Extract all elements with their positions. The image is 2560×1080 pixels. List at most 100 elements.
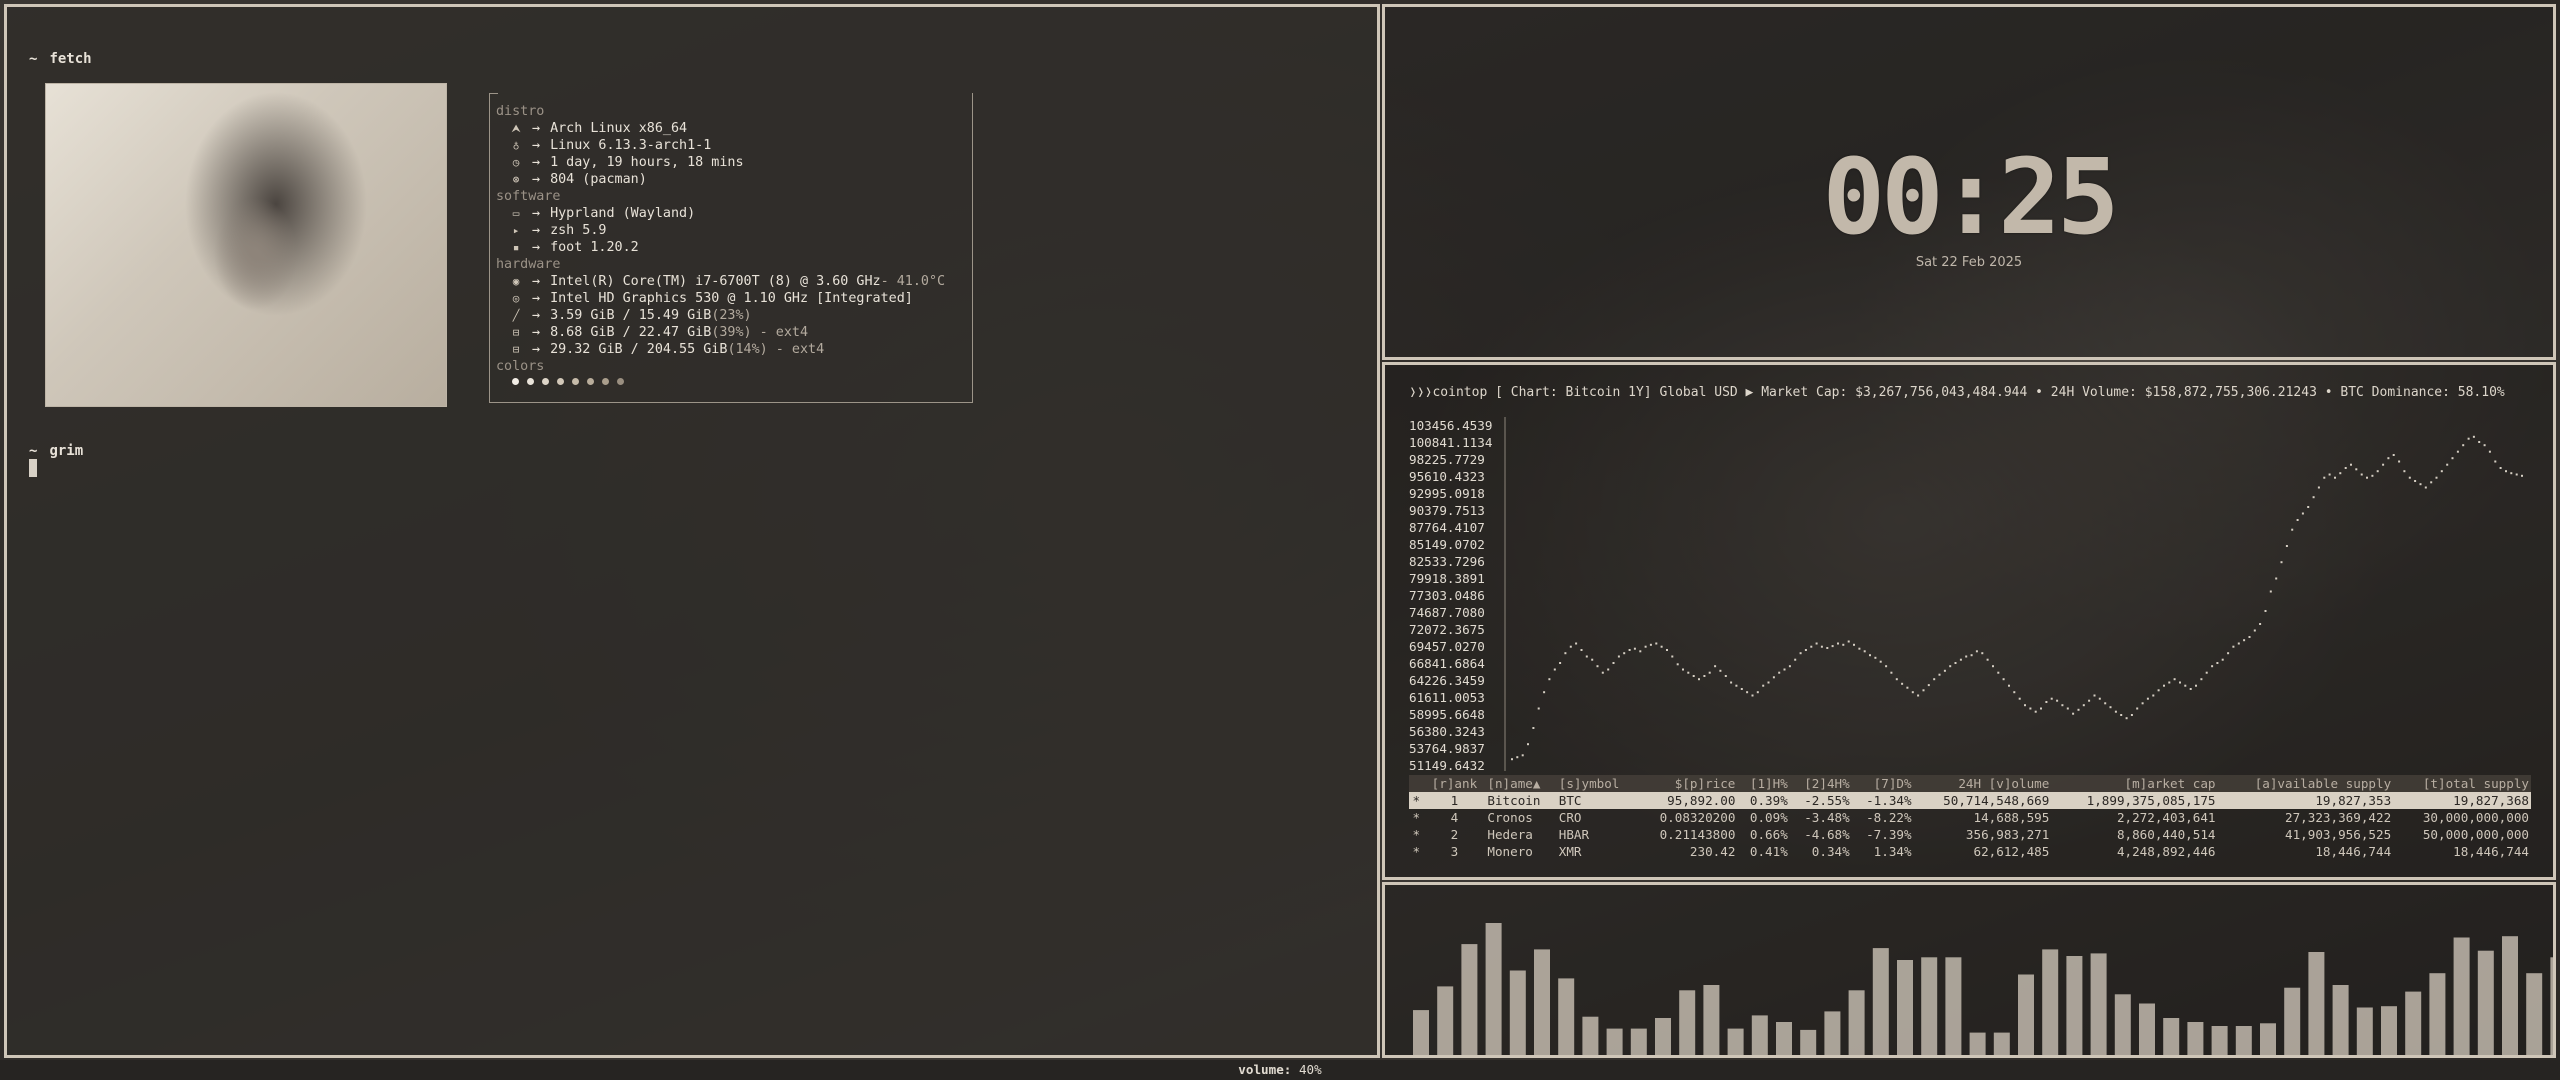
visualizer-bar: [2284, 987, 2301, 1055]
chart-point: [2050, 697, 2053, 700]
chart-point: [1842, 643, 1845, 646]
arrow-icon: →: [532, 121, 541, 136]
cointop-window[interactable]: ❭❭❭cointop [ Chart: Bitcoin 1Y] Global U…: [1382, 362, 2556, 880]
prompt-command: grim: [49, 443, 84, 459]
chart-point: [1649, 643, 1652, 646]
fetch-row: ⮝ → Arch Linux x86_64: [496, 120, 945, 137]
chart-point: [2291, 528, 2294, 531]
chart-point: [2317, 486, 2320, 489]
chart-point: [1617, 655, 1620, 658]
favorite-marker: *: [1409, 792, 1424, 809]
chart-point: [2478, 441, 2481, 443]
y-tick-label: 100841.1134: [1409, 435, 1493, 450]
column-header[interactable]: $[p]rice: [1637, 775, 1738, 792]
chart-point: [2227, 652, 2230, 655]
coin-cell-rank: 2: [1450, 827, 1459, 842]
chart-point: [2259, 623, 2262, 625]
chart-point: [2440, 470, 2443, 473]
gpu-icon: ◎: [512, 292, 520, 305]
visualizer-bar: [2429, 973, 2446, 1055]
chart-point: [1810, 645, 1813, 648]
chart-point: [1585, 655, 1588, 658]
y-tick-label: 92995.0918: [1409, 486, 1485, 501]
chart-point: [2312, 496, 2315, 499]
chart-point: [2098, 697, 2101, 700]
column-header[interactable]: [r]ank: [1423, 775, 1486, 792]
chart-point: [1623, 652, 1626, 655]
chart-point: [2382, 463, 2385, 466]
chart-point: [2056, 699, 2059, 702]
chart-point: [1906, 686, 1909, 689]
column-header[interactable]: [s]ymbol: [1556, 775, 1638, 792]
chart-point: [1772, 676, 1775, 679]
chart-point: [1901, 682, 1904, 685]
visualizer-bar: [1461, 944, 1478, 1055]
chart-point: [2505, 470, 2507, 473]
y-tick-label: 51149.6432: [1409, 758, 1485, 773]
coin-cell-rank: 4: [1450, 810, 1459, 825]
chart-y-axis: 103456.4539 100841.1134 98225.7729 95610.43…: [1409, 417, 1492, 774]
chart-point: [2136, 707, 2139, 710]
chart-point: [2344, 467, 2347, 469]
visualizer-bar: [1509, 970, 1526, 1055]
coin-row[interactable]: * 4 Cronos CRO 0.08320200 0.09% -3.48% -8.22% 14…: [1409, 809, 2531, 826]
coin-cell-total: 18,446,744: [2453, 844, 2529, 859]
chart-point: [1885, 665, 1888, 668]
column-header[interactable]: [7]D%: [1851, 775, 1914, 792]
column-header[interactable]: [2]4H%: [1789, 775, 1852, 792]
column-header[interactable]: [t]otal supply: [2393, 775, 2531, 792]
fetch-row: ◎ → Intel HD Graphics 530 @ 1.10 GHz [Inte…: [496, 290, 945, 307]
coin-row[interactable]: * 1 Bitcoin BTC 95,892.00 0.39% -2.55% -1.34% 50…: [1409, 792, 2531, 809]
chart-point: [2414, 480, 2417, 482]
volume-label: volume:: [1238, 1062, 1292, 1077]
clock-window[interactable]: 00:25 Sat 22 Feb 2025: [1382, 4, 2556, 360]
column-header[interactable]: 24H [v]olume: [1913, 775, 2052, 792]
fetch-extra: (23%): [711, 308, 752, 323]
column-header[interactable]: [m]arket cap: [2051, 775, 2218, 792]
column-header[interactable]: [1]H%: [1737, 775, 1790, 792]
coin-cell-name: Cronos: [1487, 810, 1533, 825]
package-icon: ⊛: [512, 173, 520, 186]
prompt-grim: ~ grim: [29, 443, 83, 459]
coin-cell-symbol: XMR: [1558, 844, 1582, 859]
chart-point: [2301, 512, 2304, 515]
visualizer-bar: [2260, 1023, 2276, 1055]
chart-point: [2403, 470, 2406, 473]
chart-point: [1666, 649, 1668, 651]
chart-point: [2355, 468, 2358, 471]
chart-point: [2339, 472, 2342, 475]
column-header[interactable]: [a]vailable supply: [2217, 775, 2394, 792]
chart-point: [1820, 645, 1823, 648]
chart-point: [1922, 689, 1925, 692]
chart-point: [2018, 697, 2021, 700]
chart-point: [2387, 457, 2390, 460]
audio-visualizer-window[interactable]: [1382, 882, 2556, 1058]
column-header[interactable]: [n]ame▲: [1485, 775, 1557, 792]
audio-visualizer: [1413, 923, 2553, 1055]
coin-row[interactable]: * 3 Monero XMR 230.42 0.41% 0.34% 1.34% 62,612,4…: [1409, 843, 2531, 860]
coin-cell-mcap: 8,860,440,514: [2116, 827, 2216, 842]
volume-value[interactable]: 40%: [1299, 1062, 1322, 1077]
terminal-window[interactable]: ~ fetch distro ⮝ → Arch Linux x86_64 ♁ → Linux …: [4, 4, 1380, 1058]
chart-point: [1874, 656, 1877, 659]
coin-cell-symbol: HBAR: [1558, 827, 1590, 842]
cpu-icon: ◉: [512, 275, 520, 288]
chart-point: [2360, 473, 2363, 476]
arrow-icon: →: [532, 223, 541, 238]
chart-point: [2296, 519, 2299, 521]
color-swatch: [527, 378, 534, 385]
fetch-row: ▸ → zsh 5.9: [496, 222, 945, 239]
favorite-marker: *: [1412, 810, 1421, 825]
chart-point: [2109, 706, 2112, 709]
shell-icon: ▸: [512, 224, 520, 237]
visualizer-bar: [2502, 936, 2518, 1055]
coin-row[interactable]: * 2 Hedera HBAR 0.21143800 0.66% -4.68% -7.39% 3…: [1409, 826, 2531, 843]
chart-point: [2237, 642, 2240, 645]
chart-point: [2515, 473, 2518, 476]
chart-point: [2029, 707, 2032, 710]
chart-point: [2264, 610, 2267, 612]
chart-point: [1986, 658, 1989, 661]
chart-point: [1575, 642, 1578, 645]
chart-point: [1596, 665, 1599, 668]
visualizer-bar: [1727, 1028, 1744, 1055]
